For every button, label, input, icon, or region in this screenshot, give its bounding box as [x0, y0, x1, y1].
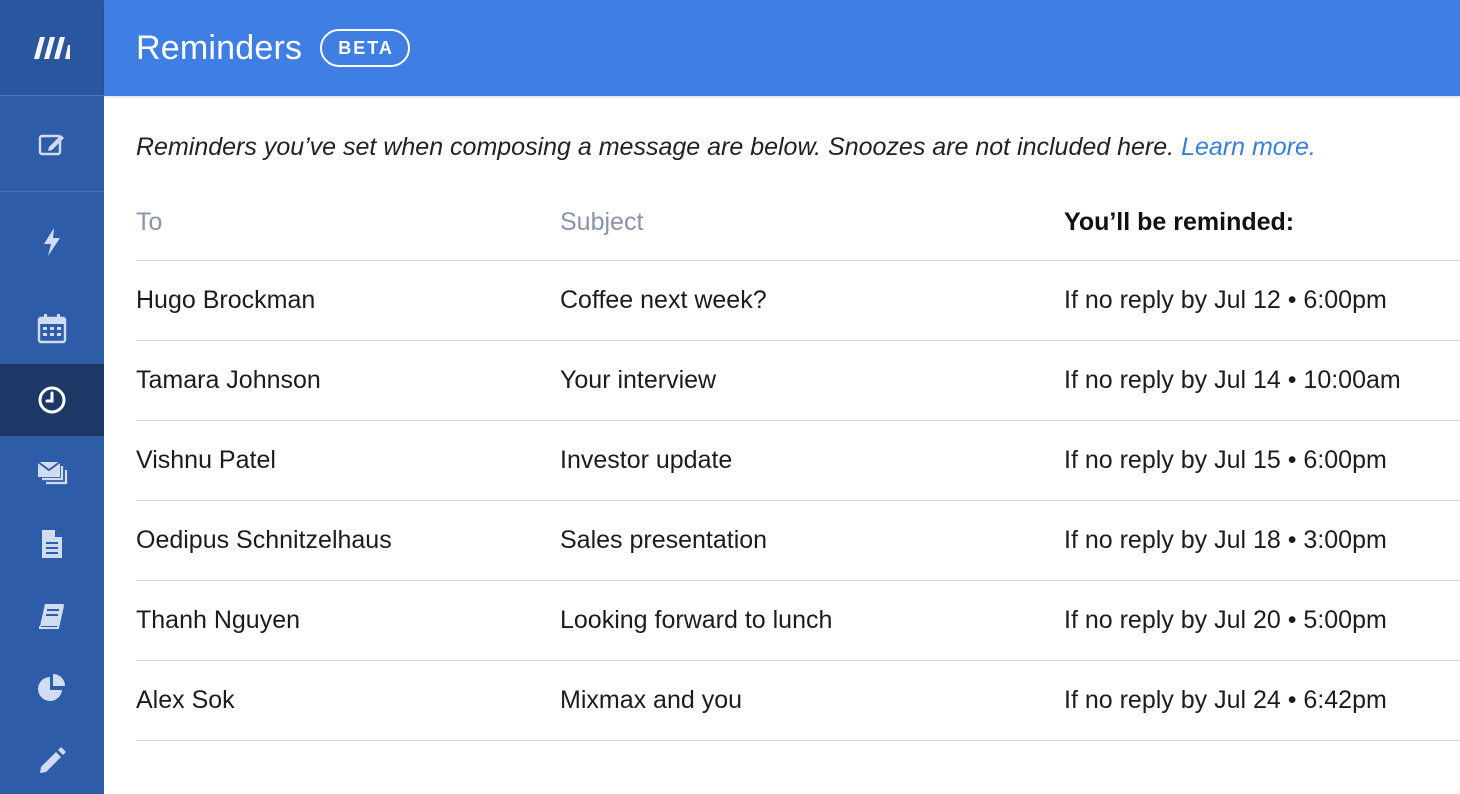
sidebar-item-compose[interactable] [0, 96, 104, 192]
pencil-icon [40, 747, 66, 773]
page-title: Reminders [136, 28, 303, 67]
main-content: Reminders you’ve set when composing a me… [136, 96, 1460, 741]
document-icon [42, 530, 62, 558]
row-subject: Mixmax and you [560, 685, 743, 714]
intro-message: Reminders you’ve set when composing a me… [136, 133, 1175, 161]
table-row[interactable]: Vishnu Patel Investor update If no reply… [136, 420, 1460, 500]
row-recipient: Hugo Brockman [136, 285, 316, 314]
mixmax-logo-icon [34, 36, 70, 59]
row-subject: Investor update [560, 445, 733, 474]
clock-icon [38, 386, 66, 414]
sidebar-item-rules[interactable] [0, 580, 104, 652]
row-reminder-time: If no reply by Jul 24 • 6:42pm [1064, 685, 1387, 714]
compose-icon [38, 134, 64, 155]
row-reminder-time: If no reply by Jul 18 • 3:00pm [1064, 525, 1387, 554]
column-header-reminded[interactable]: You’ll be reminded: [1064, 202, 1460, 260]
table-row[interactable]: Hugo Brockman Coffee next week? If no re… [136, 260, 1460, 340]
sidebar-item-quick[interactable] [0, 192, 104, 292]
calendar-icon [37, 314, 67, 344]
learn-more-link[interactable]: Learn more. [1181, 133, 1316, 161]
sidebar-item-analytics[interactable] [0, 652, 104, 724]
row-recipient: Vishnu Patel [136, 445, 276, 474]
row-recipient: Tamara Johnson [136, 365, 321, 394]
beta-badge: BETA [320, 29, 410, 67]
row-recipient: Thanh Nguyen [136, 605, 301, 634]
table-header-row: To Subject You’ll be reminded: [136, 202, 1460, 260]
reminders-table: To Subject You’ll be reminded: Hugo Broc… [136, 202, 1460, 741]
sidebar-item-calendar[interactable] [0, 292, 104, 364]
lightning-icon [44, 228, 60, 256]
table-row[interactable]: Tamara Johnson Your interview If no repl… [136, 340, 1460, 420]
pie-chart-icon [38, 674, 65, 701]
row-recipient: Oedipus Schnitzelhaus [136, 525, 392, 554]
page-header: Reminders BETA [104, 0, 1460, 96]
sidebar-item-reminders[interactable] [0, 364, 104, 436]
sidebar [0, 0, 104, 794]
row-subject: Sales presentation [560, 525, 768, 554]
book-icon [39, 604, 64, 629]
row-reminder-time: If no reply by Jul 20 • 5:00pm [1064, 605, 1387, 634]
intro-text: Reminders you’ve set when composing a me… [136, 132, 1460, 162]
app-logo[interactable] [0, 0, 104, 96]
stacked-mail-icon [37, 461, 68, 485]
sidebar-item-sequences[interactable] [0, 436, 104, 508]
column-header-to[interactable]: To [136, 202, 560, 260]
sidebar-item-templates[interactable] [0, 508, 104, 580]
table-row[interactable]: Thanh Nguyen Looking forward to lunch If… [136, 580, 1460, 660]
sidebar-item-edit[interactable] [0, 724, 104, 794]
table-row[interactable]: Alex Sok Mixmax and you If no reply by J… [136, 660, 1460, 740]
table-row[interactable]: Oedipus Schnitzelhaus Sales presentation… [136, 500, 1460, 580]
row-reminder-time: If no reply by Jul 12 • 6:00pm [1064, 285, 1387, 314]
column-header-subject[interactable]: Subject [560, 202, 1064, 260]
row-subject: Looking forward to lunch [560, 605, 833, 634]
row-recipient: Alex Sok [136, 685, 235, 714]
row-subject: Coffee next week? [560, 285, 767, 314]
row-reminder-time: If no reply by Jul 14 • 10:00am [1064, 365, 1401, 394]
row-reminder-time: If no reply by Jul 15 • 6:00pm [1064, 445, 1387, 474]
row-subject: Your interview [560, 365, 717, 394]
